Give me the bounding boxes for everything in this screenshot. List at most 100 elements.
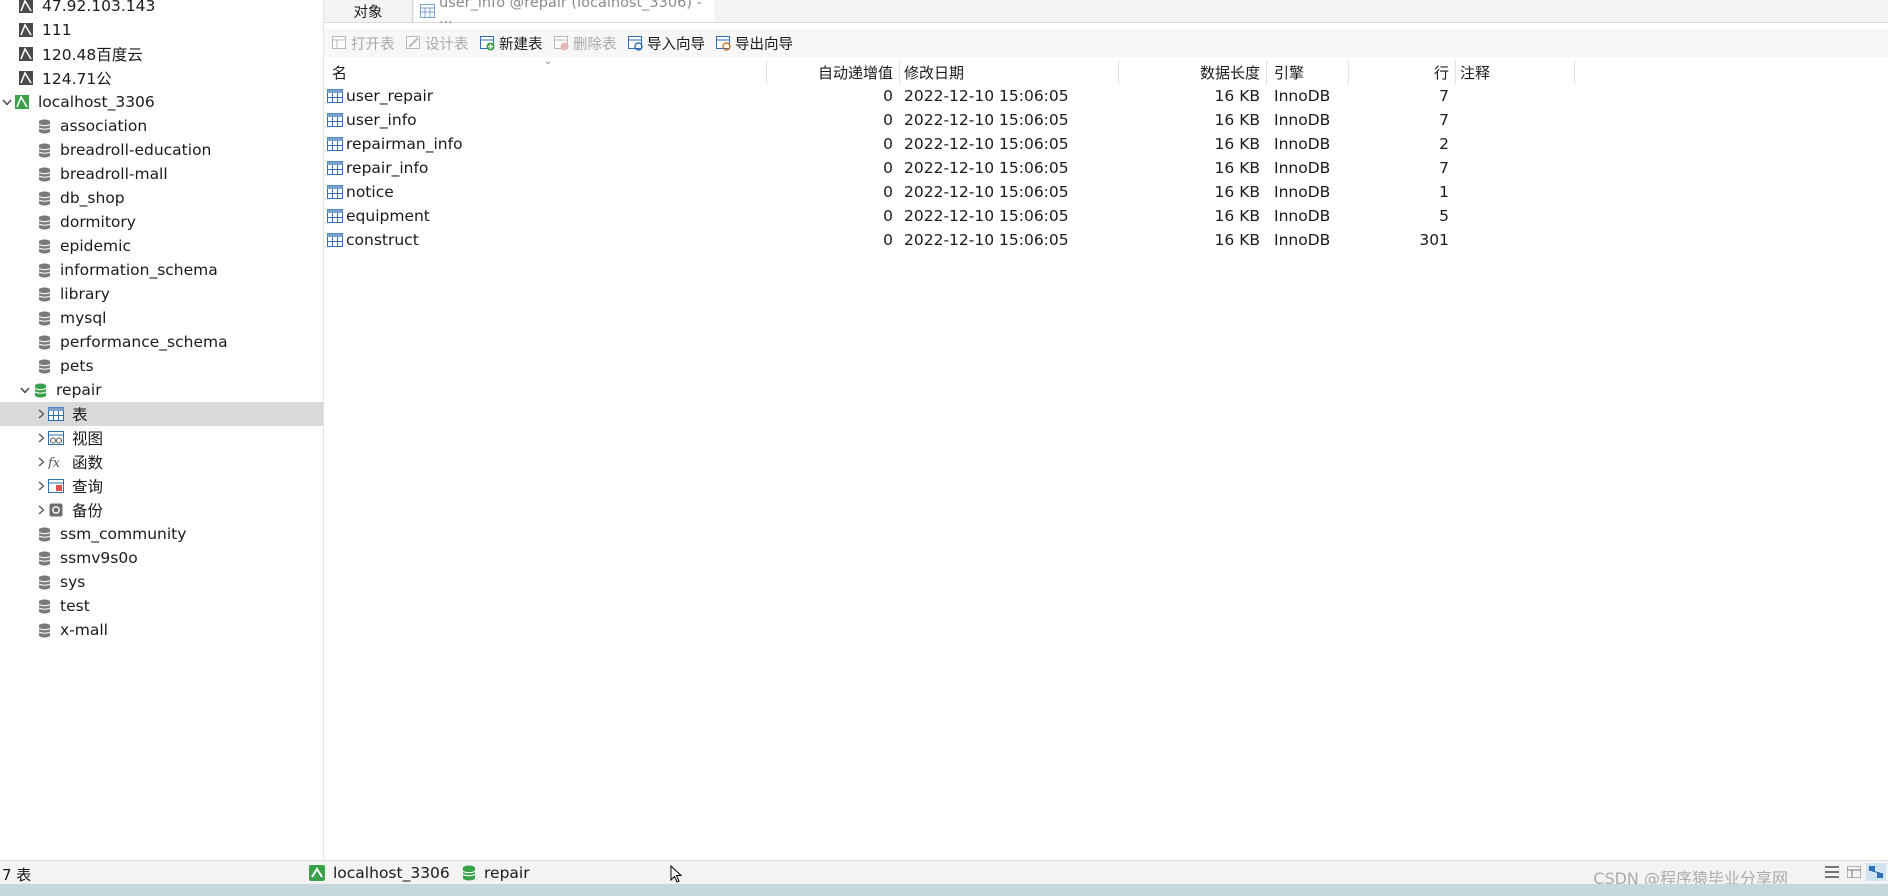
status-database: repair (462, 864, 530, 882)
column-header-modified[interactable]: 修改日期 (904, 60, 1122, 84)
connection-item[interactable]: 120.48百度云 (0, 42, 323, 66)
column-header-engine[interactable]: 引擎 (1274, 60, 1354, 84)
cell-text: 2022-12-10 15:06:05 (904, 159, 1069, 177)
database-icon (36, 166, 52, 182)
cell-name: notice (327, 180, 762, 204)
er-view-icon[interactable] (1866, 863, 1886, 881)
database-item[interactable]: x-mall (0, 618, 323, 642)
mysql-connection-icon (309, 865, 325, 881)
repair-child-item[interactable]: 视图 (0, 426, 323, 450)
column-header-data-length[interactable]: 数据长度 (1119, 60, 1266, 84)
chevron-right-icon[interactable] (34, 455, 48, 469)
repair-child-item[interactable]: 表 (0, 402, 323, 426)
delete-table-button[interactable]: 删除表 (554, 29, 617, 57)
database-item[interactable]: epidemic (0, 234, 323, 258)
import-wizard-button[interactable]: 导入向导 (628, 29, 705, 57)
tree-item-label: 备份 (72, 502, 104, 520)
cell-auto-increment: 0 (767, 84, 899, 108)
object-count: 7 表 (2, 866, 32, 884)
connection-item[interactable]: 47.92.103.143 (0, 0, 323, 18)
connection-item[interactable]: localhost_3306 (0, 90, 323, 114)
database-item[interactable]: information_schema (0, 258, 323, 282)
database-icon (36, 622, 52, 638)
chevron-down-icon[interactable] (18, 383, 32, 397)
design-table-button[interactable]: 设计表 (406, 29, 469, 57)
new-table-label: 新建表 (499, 36, 543, 53)
table-icon (327, 113, 343, 127)
chevron-right-icon[interactable] (34, 407, 48, 421)
database-item[interactable]: sys (0, 570, 323, 594)
tab-user-info[interactable]: user_info @repair (localhost_3306) - ... (414, 0, 714, 27)
database-item[interactable]: pets (0, 354, 323, 378)
cell-comment (1460, 108, 1574, 132)
repair-child-item[interactable]: fx 函数 (0, 450, 323, 474)
design-table-label: 设计表 (425, 36, 469, 53)
cell-text: InnoDB (1274, 207, 1331, 225)
database-item[interactable]: test (0, 594, 323, 618)
database-item[interactable]: performance_schema (0, 330, 323, 354)
table-row[interactable]: user_repair 0 2022-12-10 15:06:05 16 KB Inno… (326, 84, 1576, 108)
column-header-rows[interactable]: 行 (1349, 60, 1455, 84)
chevron-down-icon[interactable] (0, 95, 14, 109)
cell-rows: 7 (1349, 84, 1455, 108)
database-icon (32, 382, 48, 398)
table-row[interactable]: repairman_info 0 2022-12-10 15:06:05 16 KB I… (326, 132, 1576, 156)
repair-child-item[interactable]: 查询 (0, 474, 323, 498)
table-row[interactable]: equipment 0 2022-12-10 15:06:05 16 KB InnoDB… (326, 204, 1576, 228)
delete-table-icon (554, 35, 569, 50)
database-item[interactable]: association (0, 114, 323, 138)
column-header-auto-increment[interactable]: 自动递增值 (767, 60, 899, 84)
database-item[interactable]: dormitory (0, 210, 323, 234)
open-table-button[interactable]: 打开表 (332, 29, 395, 57)
cell-comment (1460, 204, 1574, 228)
database-item[interactable]: breadroll-mall (0, 162, 323, 186)
table-row[interactable]: repair_info 0 2022-12-10 15:06:05 16 KB Inno… (326, 156, 1576, 180)
repair-child-item[interactable]: 备份 (0, 498, 323, 522)
table-row[interactable]: notice 0 2022-12-10 15:06:05 16 KB InnoDB 1 (326, 180, 1576, 204)
column-divider[interactable] (1266, 60, 1267, 84)
delete-table-label: 删除表 (573, 36, 617, 53)
new-table-button[interactable]: 新建表 (480, 29, 543, 57)
database-icon (36, 142, 52, 158)
cell-text: notice (346, 183, 394, 201)
tree-item-label: pets (60, 357, 94, 375)
tree-item-label: 124.71公 (42, 70, 112, 88)
tab-objects[interactable]: 对象 (324, 0, 413, 22)
database-item[interactable]: breadroll-education (0, 138, 323, 162)
tree-item-label: 120.48百度云 (42, 46, 143, 64)
database-item[interactable]: library (0, 282, 323, 306)
cell-text: 16 KB (1214, 159, 1260, 177)
cell-comment (1460, 84, 1574, 108)
database-item[interactable]: mysql (0, 306, 323, 330)
tree-item-label: performance_schema (60, 333, 228, 351)
chevron-right-icon[interactable] (34, 503, 48, 517)
design-table-icon (406, 35, 420, 49)
database-icon (36, 526, 52, 542)
list-view-icon[interactable] (1822, 863, 1842, 881)
chevron-right-icon[interactable] (34, 431, 48, 445)
database-item[interactable]: ssmv9s0o (0, 546, 323, 570)
table-row[interactable]: user_info 0 2022-12-10 15:06:05 16 KB InnoDB… (326, 108, 1576, 132)
column-divider[interactable] (899, 60, 900, 84)
chevron-right-icon[interactable] (34, 479, 48, 493)
status-bar: 7 表 localhost_3306 repair CSDN @程序猿毕业分享网 (0, 860, 1888, 888)
table-row[interactable]: construct 0 2022-12-10 15:06:05 16 KB InnoDB… (326, 228, 1576, 252)
cell-rows: 301 (1349, 228, 1455, 252)
column-header-comment[interactable]: 注释 (1460, 60, 1580, 84)
table-icon (327, 89, 343, 103)
detail-view-icon[interactable] (1844, 863, 1864, 881)
database-item[interactable]: repair (0, 378, 323, 402)
database-icon (36, 286, 52, 302)
export-wizard-button[interactable]: 导出向导 (716, 29, 793, 57)
cell-text: 301 (1419, 231, 1449, 249)
database-item[interactable]: ssm_community (0, 522, 323, 546)
connection-item[interactable]: 124.71公 (0, 66, 323, 90)
cell-data-length: 16 KB (1119, 132, 1266, 156)
connection-item[interactable]: 111 (0, 18, 323, 42)
tree-item-label: information_schema (60, 261, 218, 279)
column-divider[interactable] (1455, 60, 1456, 84)
database-item[interactable]: db_shop (0, 186, 323, 210)
cell-engine: InnoDB (1274, 108, 1348, 132)
column-divider[interactable] (1574, 60, 1575, 84)
cell-auto-increment: 0 (767, 108, 899, 132)
